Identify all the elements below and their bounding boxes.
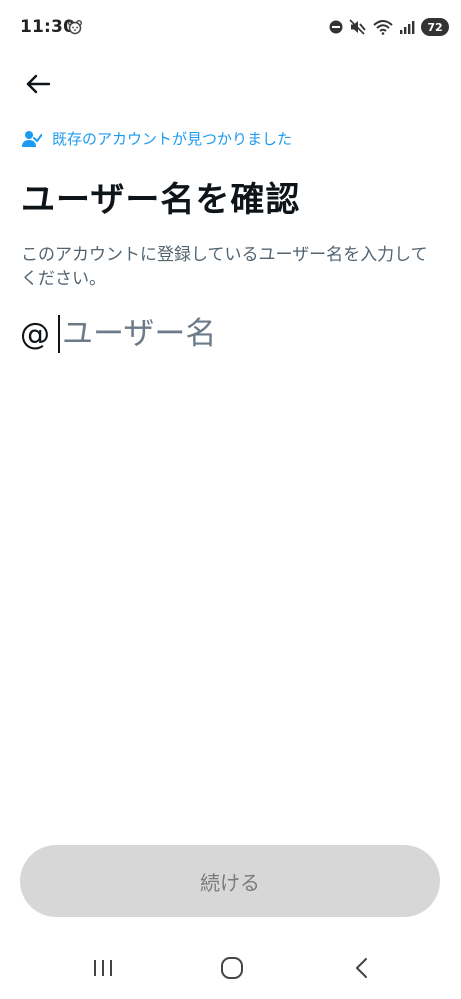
back-button[interactable]	[20, 66, 56, 102]
nav-home-icon[interactable]	[218, 954, 246, 982]
account-found-text: 既存のアカウントが見つかりました	[52, 130, 293, 148]
username-input[interactable]	[62, 316, 422, 352]
at-prefix: @	[20, 316, 50, 352]
mute-icon	[349, 19, 366, 35]
username-field[interactable]: @	[20, 312, 422, 356]
wifi-icon	[373, 20, 393, 35]
nav-recent-icon[interactable]	[90, 956, 116, 980]
back-arrow-icon	[26, 74, 51, 94]
text-cursor	[58, 315, 60, 353]
battery-icon: 72	[421, 18, 449, 36]
account-found-note: 既存のアカウントが見つかりました	[22, 128, 292, 149]
bear-icon	[68, 20, 82, 35]
status-bar: 11:30 72	[0, 0, 461, 56]
system-nav-bar	[0, 940, 461, 999]
dnd-icon	[329, 20, 343, 34]
nav-back-icon[interactable]	[348, 954, 376, 982]
page-title: ユーザー名を確認	[21, 180, 301, 220]
continue-button[interactable]: 続ける	[20, 845, 440, 917]
signal-icon	[400, 21, 415, 34]
status-icons: 72	[329, 16, 449, 38]
description-text: このアカウントに登録しているユーザー名を入力してください。	[21, 245, 428, 289]
person-check-icon	[22, 130, 42, 147]
